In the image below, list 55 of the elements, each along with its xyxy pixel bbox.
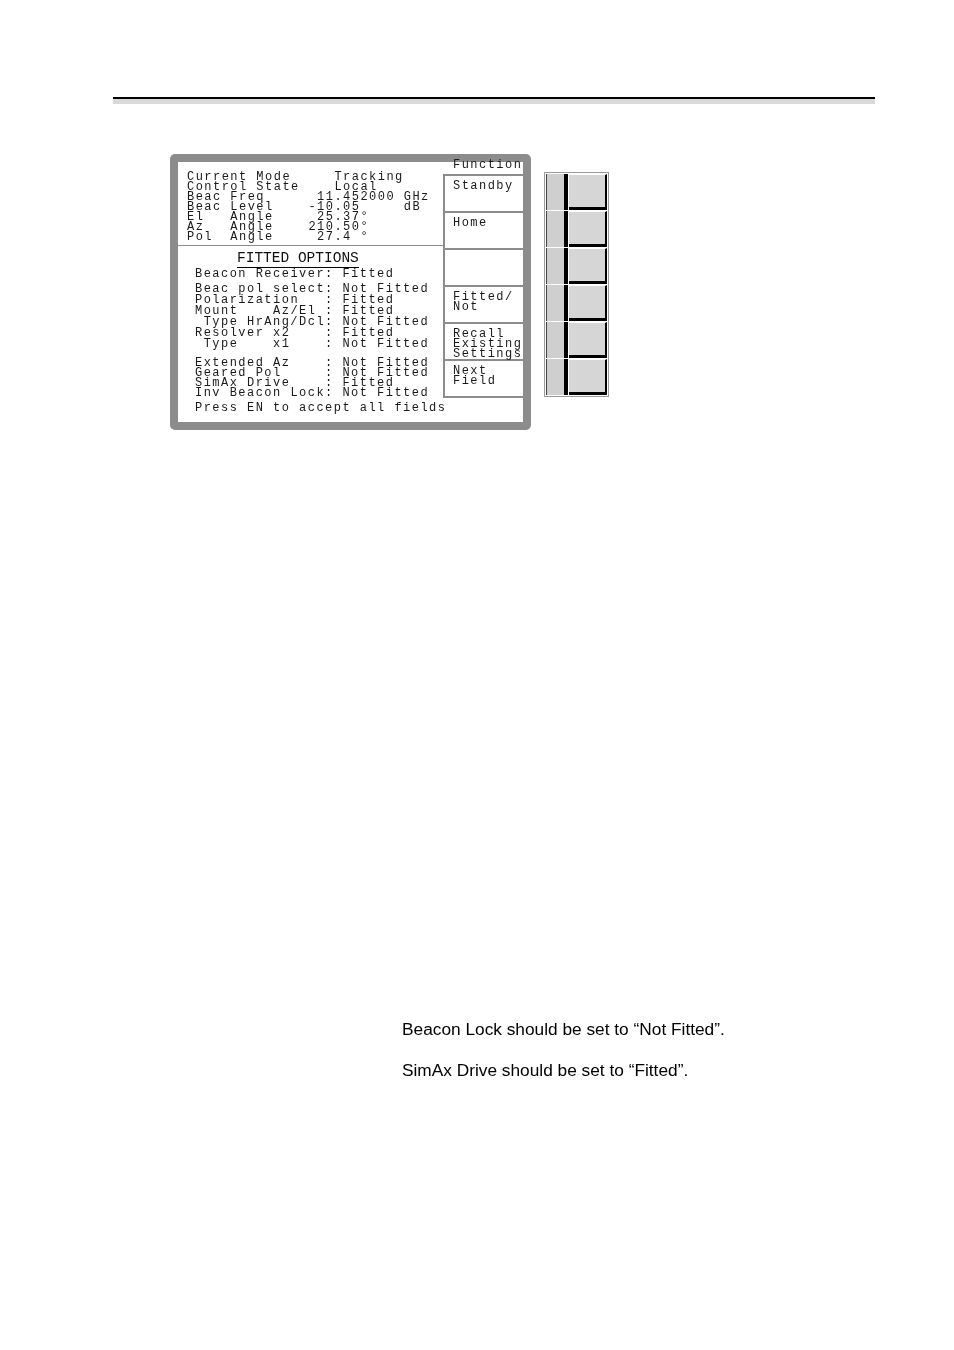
note-text: Beacon Lock should be set to “Not Fitted”. — [402, 1020, 725, 1039]
prompt-text: Press EN to accept all fields — [195, 403, 447, 413]
status-label: Beac Freq — [187, 192, 266, 202]
status-value: 25.37° — [317, 212, 370, 222]
status-value: -10.05 — [308, 202, 361, 212]
option-value: Not Fitted — [342, 388, 430, 398]
option-value: Fitted — [342, 295, 395, 306]
status-label: Beac Level — [187, 202, 274, 212]
status-label: Az Angle — [187, 222, 274, 232]
hardware-key[interactable] — [546, 285, 607, 321]
option-label: Beac pol select: — [195, 284, 334, 295]
section-title: FITTED OPTIONS — [237, 249, 359, 268]
option-label: Extended Az : — [195, 358, 334, 368]
status-unit: GHz — [403, 192, 430, 202]
hardware-key[interactable] — [546, 322, 607, 358]
hardware-key[interactable] — [546, 174, 607, 210]
option-value: Fitted — [342, 328, 395, 339]
status-value: 27.4 ° — [317, 232, 370, 242]
status-value: Local — [334, 182, 378, 192]
status-value: Tracking — [334, 172, 404, 182]
option-value: Fitted — [342, 269, 395, 279]
option-value: Fitted — [342, 378, 395, 388]
hardware-key[interactable] — [546, 211, 607, 247]
softkey[interactable]: Home — [443, 211, 523, 248]
option-label: Geared Pol : — [195, 368, 334, 378]
option-value: Not Fitted — [342, 317, 430, 328]
status-label: Pol Angle — [187, 232, 274, 242]
option-label: Beacon Receiver: — [195, 269, 334, 279]
softkey[interactable]: Standby — [443, 174, 523, 211]
softkey-heading: Function — [453, 160, 523, 171]
status-value: 210.50° — [308, 222, 370, 232]
status-label: El Angle — [187, 212, 274, 222]
softkey[interactable]: Next Field — [443, 359, 523, 396]
option-value: Not Fitted — [342, 368, 430, 378]
option-label: Type x1 : — [203, 339, 334, 350]
option-label: Mount Az/El : — [195, 306, 334, 317]
blank-softkey[interactable] — [443, 248, 523, 285]
hardware-key[interactable] — [546, 359, 607, 395]
hardware-key[interactable] — [546, 248, 607, 284]
option-value: Not Fitted — [342, 358, 430, 368]
status-label: Control State — [187, 182, 300, 192]
option-label: Inv Beacon Lock: — [195, 388, 334, 398]
option-value: Not Fitted — [342, 339, 430, 350]
softkey[interactable]: Fitted/ Not — [443, 285, 523, 322]
softkey[interactable]: Recall Existing Settings — [443, 322, 523, 359]
status-label: Current Mode — [187, 172, 292, 182]
option-value: Not Fitted — [342, 284, 430, 295]
status-unit: dB — [403, 202, 422, 212]
note-text: SimAx Drive should be set to “Fitted”. — [402, 1061, 689, 1080]
option-label: Type HrAng/Dcl: — [203, 317, 334, 328]
option-value: Fitted — [342, 306, 395, 317]
option-label: SimAx Drive : — [195, 378, 334, 388]
option-label: Resolver x2 : — [195, 328, 334, 339]
status-value: 11.452000 — [317, 192, 396, 202]
option-label: Polarization : — [195, 295, 334, 306]
